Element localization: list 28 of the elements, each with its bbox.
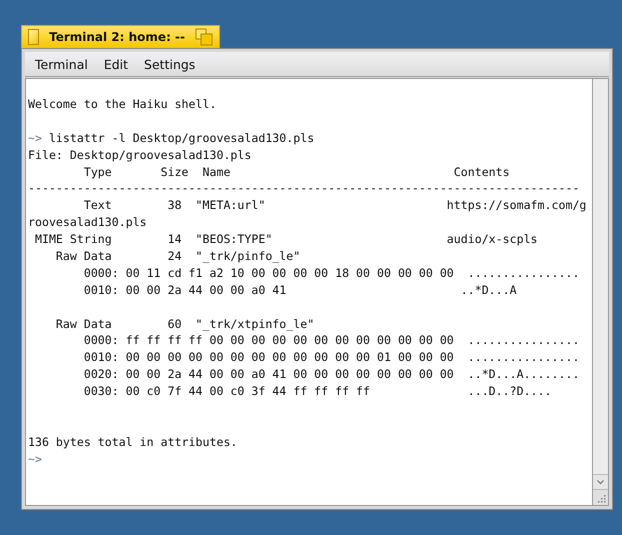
terminal-line: ------------------------------------------------------------------------------- bbox=[28, 181, 580, 196]
window-title: Terminal 2: home: -- bbox=[49, 30, 185, 44]
scroll-down-icon[interactable] bbox=[593, 474, 608, 489]
terminal-line: Type Size Name Contents bbox=[82, 164, 510, 179]
terminal-line: 0010: 00 00 2a 44 00 00 a0 41 ..*D...A bbox=[82, 282, 517, 297]
terminal-line: File: Desktop/groovesalad130.pls bbox=[28, 148, 252, 162]
terminal-line: roovesalad130.pls bbox=[28, 215, 147, 230]
terminal-line: Welcome to the Haiku shell. bbox=[28, 97, 216, 111]
menu-item[interactable]: Terminal bbox=[27, 54, 96, 74]
resize-grip-icon[interactable] bbox=[593, 489, 608, 505]
menu-item[interactable]: Settings bbox=[136, 54, 204, 74]
scroll-bar[interactable] bbox=[592, 79, 608, 505]
terminal-line: 0000: 00 11 cd f1 a2 10 00 00 00 00 18 00 00 00 00 00 ................ bbox=[82, 266, 580, 280]
close-icon[interactable] bbox=[28, 29, 40, 45]
command-text: listattr -l Desktop/groovesalad130.pls bbox=[48, 130, 314, 145]
terminal-line: Raw Data 24 "_trk/pinfo_le" bbox=[54, 249, 300, 264]
terminal-line: 0020: 00 00 2a 44 00 00 a0 41 00 00 00 00 00 00 00 00 ..*D...A........ bbox=[82, 367, 580, 382]
prompt-symbol: ~> bbox=[28, 130, 42, 145]
prompt-symbol: ~> bbox=[28, 452, 42, 466]
terminal-line: 0030: 00 c0 7f 44 00 c0 3f 44 ff ff ff ff ...D..?D.... bbox=[82, 384, 552, 398]
terminal-line: MIME String 14 "BEOS:TYPE" audio/x-scpls bbox=[34, 232, 538, 246]
terminal-line: Raw Data 60 "_trk/xtpinfo_le" bbox=[54, 316, 314, 331]
terminal-line: 0000: ff ff ff ff 00 00 00 00 00 00 00 00 00 00 00 00 ................ bbox=[82, 333, 580, 348]
terminal-line: Text 38 "META:url" https://somafm.com/g bbox=[82, 198, 586, 212]
terminal-line: 136 bytes total in attributes. bbox=[28, 434, 238, 449]
menu-item[interactable]: Edit bbox=[96, 54, 136, 74]
zoom-icon[interactable] bbox=[195, 28, 213, 46]
terminal-line: 0010: 00 00 00 00 00 00 00 00 00 00 00 00 01 00 00 00 ................ bbox=[82, 350, 580, 364]
